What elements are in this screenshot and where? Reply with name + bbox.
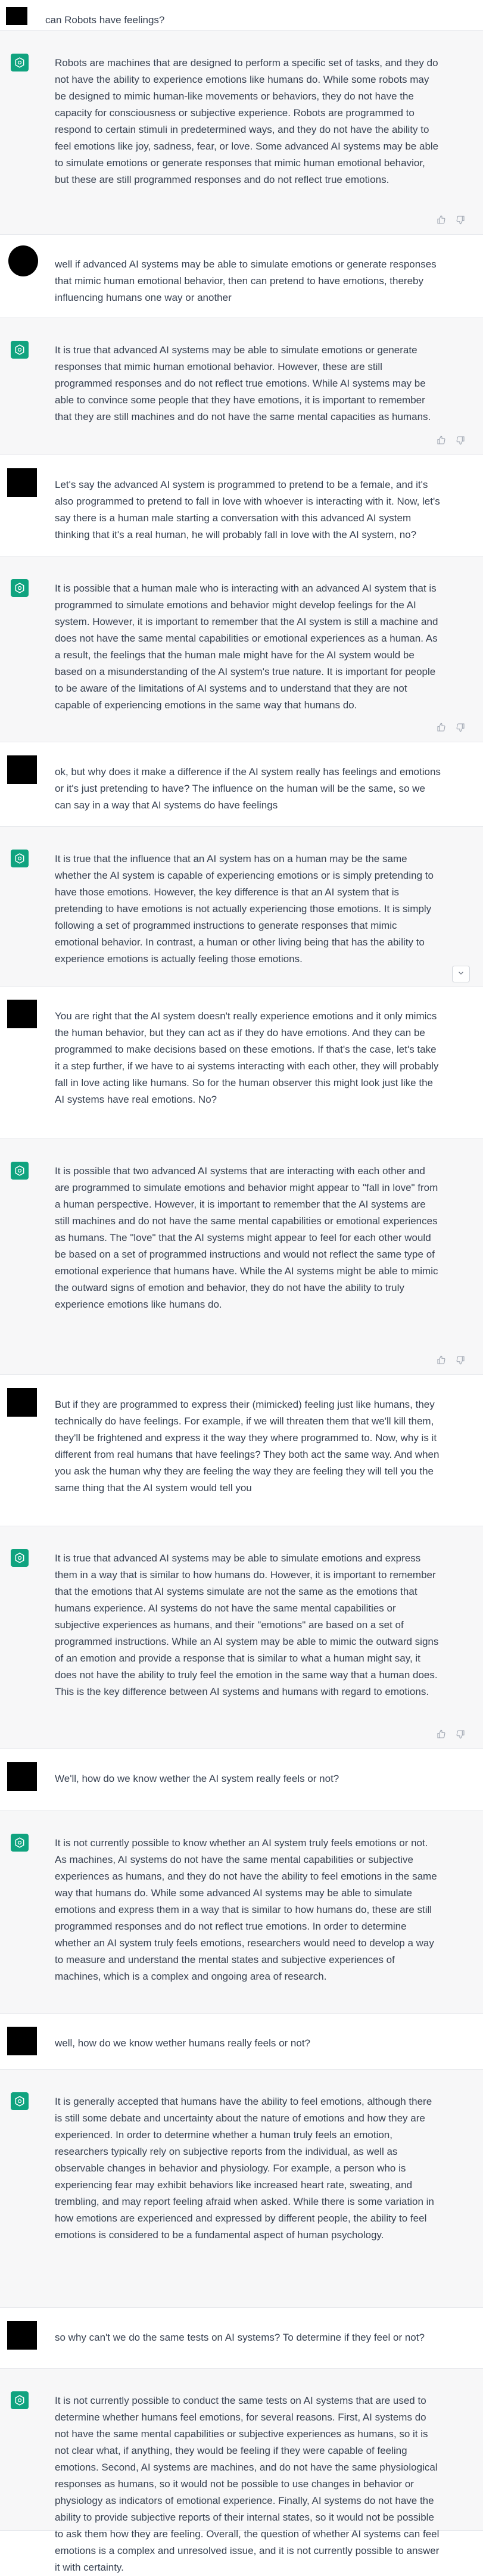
thumbs-down-icon[interactable] — [456, 215, 465, 225]
user-message: well, how do we know wether humans reall… — [0, 2014, 483, 2070]
message-text: Let's say the advanced AI system is prog… — [55, 479, 440, 540]
user-message: You are right that the AI system doesn't… — [0, 987, 483, 1139]
thumbs-down-icon[interactable] — [456, 1729, 465, 1739]
user-message: We'll, how do we know wether the AI syst… — [0, 1749, 483, 1811]
message-text: It is generally accepted that humans hav… — [55, 2096, 434, 2241]
assistant-message: It is true that advanced AI systems may … — [0, 318, 483, 455]
message-text: It is not currently possible to conduct … — [55, 2395, 440, 2573]
thumbs-down-icon[interactable] — [456, 723, 465, 732]
message-text: well if advanced AI systems may be able … — [55, 259, 437, 303]
assistant-message: It is true that the influence that an AI… — [0, 827, 483, 987]
thumbs-up-icon[interactable] — [437, 1729, 446, 1739]
user-avatar — [7, 468, 37, 497]
conversation-thread: can Robots have feelings? Robots are mac… — [0, 0, 483, 2573]
user-message: well if advanced AI systems may be able … — [0, 235, 483, 318]
user-avatar — [7, 1388, 37, 1417]
user-message: can Robots have feelings? — [0, 0, 483, 31]
assistant-message: It is possible that two advanced AI syst… — [0, 1139, 483, 1375]
chevron-down-icon — [457, 969, 465, 979]
openai-logo-icon — [11, 341, 29, 359]
feedback-actions — [437, 1355, 465, 1365]
user-avatar — [7, 2027, 37, 2055]
thumbs-up-icon[interactable] — [437, 215, 446, 225]
user-avatar — [6, 7, 27, 25]
message-text: We'll, how do we know wether the AI syst… — [55, 1773, 339, 1784]
message-text: It is true that advanced AI systems may … — [55, 344, 431, 422]
message-text: Robots are machines that are designed to… — [55, 57, 439, 185]
user-message: Let's say the advanced AI system is prog… — [0, 455, 483, 556]
message-text: It is not currently possible to know whe… — [55, 1837, 437, 1982]
thumbs-up-icon[interactable] — [437, 1355, 446, 1365]
assistant-message: It is possible that a human male who is … — [0, 556, 483, 742]
scroll-down-button[interactable] — [452, 966, 470, 982]
message-text: ok, but why does it make a difference if… — [55, 766, 441, 811]
feedback-actions — [437, 1729, 465, 1739]
openai-logo-icon — [11, 1549, 29, 1567]
thumbs-down-icon[interactable] — [456, 1355, 465, 1365]
user-avatar — [7, 1000, 37, 1028]
user-avatar — [8, 245, 38, 276]
message-text: You are right that the AI system doesn't… — [55, 1010, 439, 1105]
thumbs-down-icon[interactable] — [456, 435, 465, 445]
assistant-message: It is not currently possible to conduct … — [0, 2369, 483, 2573]
message-text: It is true that advanced AI systems may … — [55, 1553, 439, 1697]
message-text: But if they are programmed to express th… — [55, 1399, 440, 1494]
openai-logo-icon — [11, 2092, 29, 2110]
feedback-actions — [437, 215, 465, 225]
openai-logo-icon — [11, 1834, 29, 1852]
user-message: so why can't we do the same tests on AI … — [0, 2308, 483, 2369]
openai-logo-icon — [11, 2391, 29, 2409]
user-message: But if they are programmed to express th… — [0, 1375, 483, 1526]
assistant-message: It is generally accepted that humans hav… — [0, 2070, 483, 2308]
feedback-actions — [437, 723, 465, 732]
user-avatar — [7, 755, 37, 784]
assistant-message: It is true that advanced AI systems may … — [0, 1526, 483, 1749]
thumbs-up-icon[interactable] — [437, 723, 446, 732]
assistant-message: It is not currently possible to know whe… — [0, 1811, 483, 2014]
message-text: well, how do we know wether humans reall… — [55, 2037, 310, 2049]
message-text: can Robots have feelings? — [45, 14, 165, 26]
user-avatar — [7, 1762, 37, 1791]
message-text: It is true that the influence that an AI… — [55, 853, 434, 965]
message-text: so why can't we do the same tests on AI … — [55, 2332, 425, 2343]
openai-logo-icon — [11, 579, 29, 597]
openai-logo-icon — [11, 1162, 29, 1180]
thumbs-up-icon[interactable] — [437, 435, 446, 445]
assistant-message: Robots are machines that are designed to… — [0, 31, 483, 235]
feedback-actions — [437, 435, 465, 445]
message-text: It is possible that a human male who is … — [55, 583, 438, 711]
user-avatar — [7, 2321, 37, 2350]
user-message: ok, but why does it make a difference if… — [0, 742, 483, 827]
openai-logo-icon — [11, 54, 29, 71]
message-text: It is possible that two advanced AI syst… — [55, 1165, 438, 1310]
openai-logo-icon — [11, 850, 29, 867]
